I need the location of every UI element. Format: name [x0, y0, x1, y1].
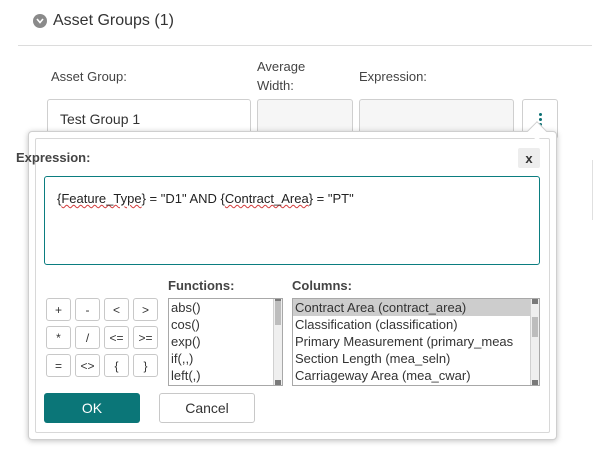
columns-label: Columns: — [292, 278, 352, 293]
operator-plus-button[interactable]: + — [46, 298, 71, 321]
operator-brace-open-button[interactable]: { — [104, 354, 129, 377]
adjacent-panel-edge — [592, 160, 610, 220]
function-option[interactable]: if(,,) — [169, 350, 282, 367]
kebab-dot — [538, 112, 542, 116]
operator-less-than-button[interactable]: < — [104, 298, 129, 321]
columns-listbox[interactable]: Contract Area (contract_area) Classifica… — [292, 298, 540, 386]
page: Asset Groups (1) Asset Group: Average Wi… — [0, 0, 610, 454]
expression-textarea[interactable]: {Feature_Type} = "D1" AND {Contract_Area… — [44, 176, 540, 265]
popup-title: Expression: — [16, 150, 91, 165]
average-width-label-line2: Width: — [257, 78, 294, 93]
operator-divide-button[interactable]: / — [75, 326, 100, 349]
operator-equals-button[interactable]: = — [46, 354, 71, 377]
divider — [18, 45, 592, 46]
function-option[interactable]: cos() — [169, 316, 282, 333]
functions-scroll-thumb[interactable] — [275, 301, 281, 325]
average-width-label-line1: Average — [257, 59, 306, 74]
average-width-column-label: Average Width: — [257, 57, 305, 95]
expr-field-contract-area: Contract_Area — [224, 191, 309, 206]
function-option[interactable]: left(,) — [169, 367, 282, 384]
scroll-down-arrow-icon[interactable] — [532, 380, 538, 385]
operator-brace-close-button[interactable]: } — [133, 354, 158, 377]
column-option[interactable]: Section Length (mea_seln) — [293, 350, 539, 367]
function-option[interactable]: abs() — [169, 299, 282, 316]
operator-not-equal-button[interactable]: <> — [75, 354, 100, 377]
functions-label: Functions: — [168, 278, 235, 293]
scroll-down-arrow-icon[interactable] — [275, 380, 281, 385]
column-option[interactable]: Primary Measurement (primary_meas — [293, 333, 539, 350]
close-button[interactable]: x — [518, 148, 540, 168]
kebab-dot — [538, 117, 542, 121]
function-option[interactable]: exp() — [169, 333, 282, 350]
asset-groups-header[interactable]: Asset Groups (1) — [33, 10, 174, 32]
column-option-selected[interactable]: Contract Area (contract_area) — [293, 299, 539, 316]
operator-greater-equal-button[interactable]: >= — [133, 326, 158, 349]
column-option[interactable]: Classification (classification) — [293, 316, 539, 333]
asset-group-column-label: Asset Group: — [51, 69, 127, 84]
expression-column-label: Expression: — [359, 69, 427, 84]
chevron-down-circle-icon[interactable] — [33, 14, 47, 28]
expr-field-feature-type: Feature_Type — [61, 191, 142, 206]
operator-multiply-button[interactable]: * — [46, 326, 71, 349]
operator-less-equal-button[interactable]: <= — [104, 326, 129, 349]
ok-button[interactable]: OK — [44, 393, 140, 423]
operator-minus-button[interactable]: - — [75, 298, 100, 321]
column-option[interactable]: Carriageway Area (mea_cwar) — [293, 367, 539, 384]
section-title: Asset Groups (1) — [53, 12, 174, 29]
cancel-button[interactable]: Cancel — [159, 393, 255, 423]
functions-listbox[interactable]: abs() cos() exp() if(,,) left(,) — [168, 298, 283, 386]
operator-greater-than-button[interactable]: > — [133, 298, 158, 321]
columns-scrollbar[interactable] — [530, 299, 539, 385]
scroll-up-arrow-icon[interactable] — [532, 299, 538, 304]
expr-text-end: } = "PT" — [308, 191, 354, 206]
functions-scrollbar[interactable] — [273, 299, 282, 385]
columns-scroll-thumb[interactable] — [532, 317, 538, 337]
expr-text-middle: } = "D1" AND { — [141, 191, 225, 206]
